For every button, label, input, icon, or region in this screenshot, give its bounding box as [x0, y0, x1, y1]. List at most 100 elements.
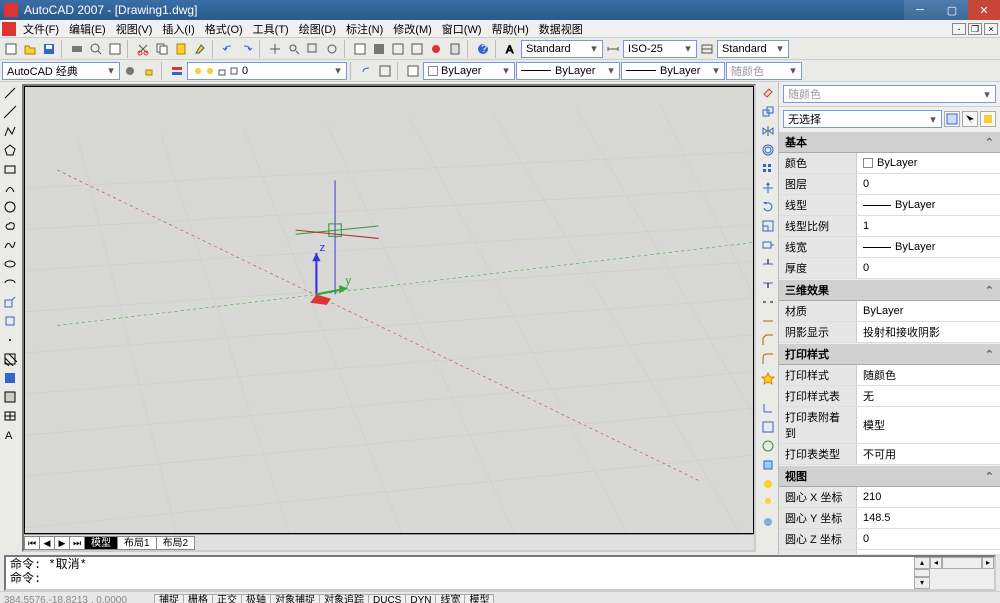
- tab-first-button[interactable]: ⏮: [24, 536, 40, 550]
- line-button[interactable]: [1, 84, 19, 102]
- circle-button[interactable]: [1, 198, 19, 216]
- zoom-prev-button[interactable]: [323, 40, 341, 58]
- move-button[interactable]: [759, 179, 777, 197]
- prop-section-print[interactable]: 打印样式⌃: [779, 343, 1000, 365]
- workspace-lock-button[interactable]: [140, 62, 158, 80]
- gradient-button[interactable]: [1, 369, 19, 387]
- quickselect-button[interactable]: [944, 111, 960, 127]
- prop-value[interactable]: 0: [857, 258, 1000, 278]
- layer-prev-button[interactable]: [357, 62, 375, 80]
- mirror-button[interactable]: [759, 122, 777, 140]
- break-button[interactable]: [759, 293, 777, 311]
- menu-window[interactable]: 窗口(W): [437, 21, 487, 37]
- layer-manager-button[interactable]: [168, 62, 186, 80]
- panel-color-combo[interactable]: 随颜色▾: [783, 85, 996, 103]
- prop-value[interactable]: 0: [857, 174, 1000, 194]
- status-极轴[interactable]: 极轴: [241, 594, 271, 603]
- cmd-scroll-left[interactable]: ◂: [930, 557, 942, 569]
- lineweight-combo[interactable]: ByLayer▾: [621, 62, 725, 80]
- offset-button[interactable]: [759, 141, 777, 159]
- color-combo[interactable]: ByLayer▾: [423, 62, 515, 80]
- zoom-rt-button[interactable]: [285, 40, 303, 58]
- prop-value[interactable]: 148.5: [857, 508, 1000, 528]
- pan-button[interactable]: [266, 40, 284, 58]
- command-prompt[interactable]: 命令:: [10, 572, 910, 586]
- workspace-combo[interactable]: AutoCAD 经典▾: [2, 62, 120, 80]
- prop-value[interactable]: 不可用: [857, 444, 1000, 464]
- cmd-scroll-down[interactable]: ▾: [914, 577, 930, 589]
- status-捕捉[interactable]: 捕捉: [154, 594, 184, 603]
- pline-button[interactable]: [1, 122, 19, 140]
- menu-file[interactable]: 文件(F): [18, 21, 64, 37]
- prop-value[interactable]: 模型: [857, 407, 1000, 443]
- linetype-combo[interactable]: ByLayer▾: [516, 62, 620, 80]
- toggle-pim-button[interactable]: [980, 111, 996, 127]
- command-window[interactable]: 命令: *取消* 命令: ▴▾ ◂▸: [4, 555, 996, 591]
- xline-button[interactable]: [1, 103, 19, 121]
- menu-format[interactable]: 格式(O): [200, 21, 248, 37]
- paste-button[interactable]: [172, 40, 190, 58]
- menu-modify[interactable]: 修改(M): [388, 21, 437, 37]
- copy-button[interactable]: [153, 40, 171, 58]
- chamfer-button[interactable]: [759, 331, 777, 349]
- menu-draw[interactable]: 绘图(D): [294, 21, 341, 37]
- prop-section-view[interactable]: 视图⌃: [779, 465, 1000, 487]
- select-objects-button[interactable]: [962, 111, 978, 127]
- polygon-button[interactable]: [1, 141, 19, 159]
- light-button[interactable]: [759, 494, 777, 512]
- prop-value[interactable]: ByLayer: [857, 153, 1000, 173]
- erase-button[interactable]: [759, 84, 777, 102]
- explode-button[interactable]: [759, 369, 777, 387]
- prop-value[interactable]: 210: [857, 487, 1000, 507]
- help-button[interactable]: ?: [474, 40, 492, 58]
- plot-button[interactable]: [68, 40, 86, 58]
- tab-next-button[interactable]: ▶: [54, 536, 70, 550]
- copy-obj-button[interactable]: [759, 103, 777, 121]
- preview-button[interactable]: [87, 40, 105, 58]
- point-button[interactable]: [1, 331, 19, 349]
- render-button[interactable]: [759, 475, 777, 493]
- prop-value[interactable]: 随颜色: [857, 365, 1000, 385]
- status-DUCS[interactable]: DUCS: [368, 594, 406, 603]
- design-center-button[interactable]: [370, 40, 388, 58]
- mdi-restore-button[interactable]: ❐: [968, 23, 982, 35]
- mtext-button[interactable]: A: [1, 426, 19, 444]
- selection-combo[interactable]: 无选择▾: [783, 110, 942, 128]
- scale-button[interactable]: [759, 217, 777, 235]
- tab-last-button[interactable]: ⏭: [69, 536, 85, 550]
- sheet-set-button[interactable]: [408, 40, 426, 58]
- plotstyle-combo[interactable]: 随颜色▾: [726, 62, 802, 80]
- coordinates-display[interactable]: 384.5576,-18.8213 , 0.0000: [4, 595, 154, 603]
- menu-dataview[interactable]: 数据视图: [534, 21, 588, 37]
- calc-button[interactable]: [446, 40, 464, 58]
- prop-value[interactable]: 0: [857, 529, 1000, 549]
- color-button[interactable]: [404, 62, 422, 80]
- layer-combo[interactable]: 0▾: [187, 62, 347, 80]
- spline-button[interactable]: [1, 236, 19, 254]
- menu-view[interactable]: 视图(V): [111, 21, 158, 37]
- layer-states-button[interactable]: [376, 62, 394, 80]
- prop-value[interactable]: ByLayer: [857, 237, 1000, 257]
- cut-button[interactable]: [134, 40, 152, 58]
- region-button[interactable]: [1, 388, 19, 406]
- menu-tools[interactable]: 工具(T): [248, 21, 294, 37]
- table-style-combo[interactable]: Standard▾: [717, 40, 789, 58]
- menu-help[interactable]: 帮助(H): [487, 21, 534, 37]
- ellipse-button[interactable]: [1, 255, 19, 273]
- ellipse-arc-button[interactable]: [1, 274, 19, 292]
- table-style-button[interactable]: [698, 40, 716, 58]
- save-button[interactable]: [40, 40, 58, 58]
- minimize-button[interactable]: ─: [904, 0, 936, 20]
- prop-value[interactable]: 1059.748: [857, 550, 1000, 554]
- insert-button[interactable]: [1, 293, 19, 311]
- status-栅格[interactable]: 栅格: [183, 594, 213, 603]
- tab-model[interactable]: 模型: [84, 536, 118, 550]
- prop-value[interactable]: ByLayer: [857, 301, 1000, 321]
- prop-value[interactable]: 无: [857, 386, 1000, 406]
- menu-insert[interactable]: 插入(I): [157, 21, 199, 37]
- close-button[interactable]: ✕: [968, 0, 1000, 20]
- status-对象捕捉[interactable]: 对象捕捉: [270, 594, 320, 603]
- properties-button[interactable]: [351, 40, 369, 58]
- hatch-button[interactable]: [1, 350, 19, 368]
- visual-style-button[interactable]: [759, 456, 777, 474]
